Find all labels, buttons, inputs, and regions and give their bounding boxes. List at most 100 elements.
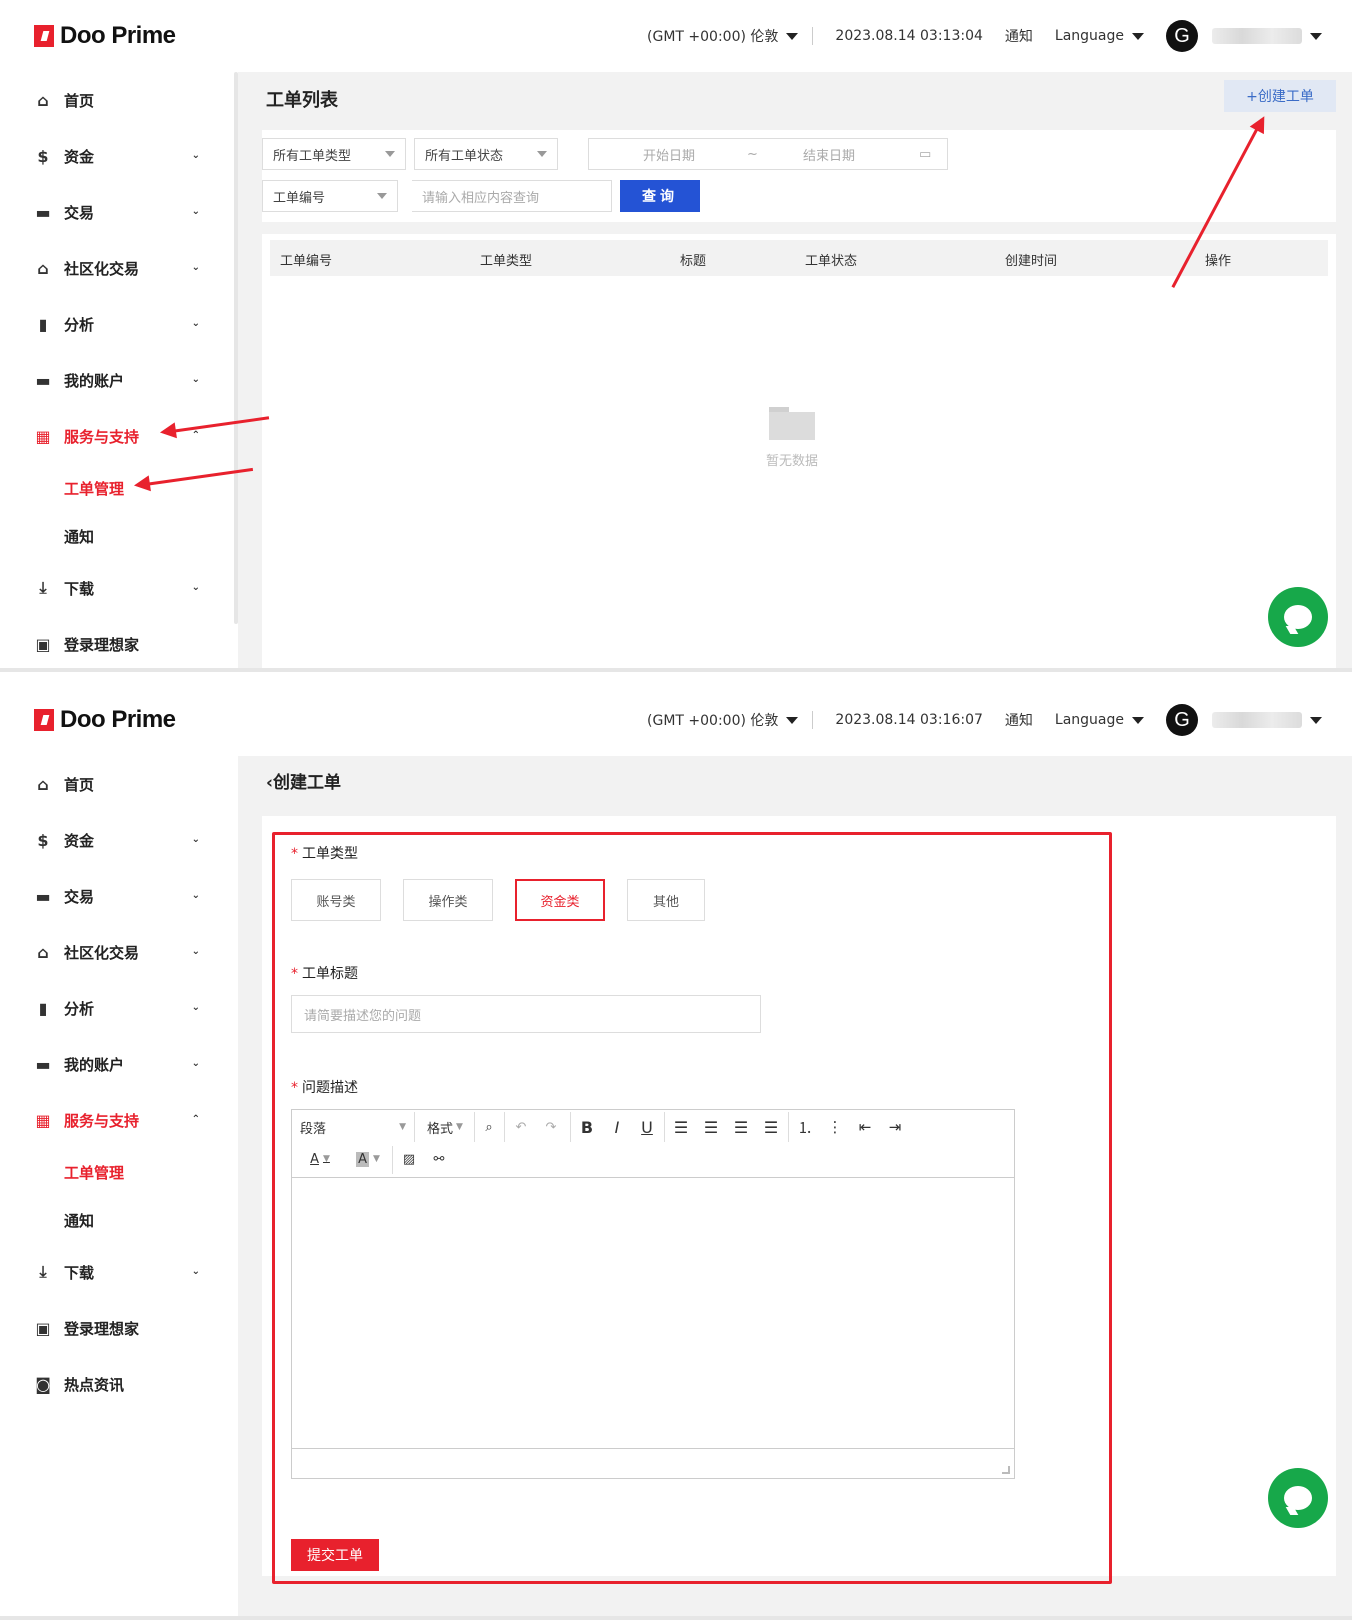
caret-down-icon — [1310, 32, 1322, 40]
bullet-list-icon[interactable]: ⋮ — [822, 1114, 848, 1140]
dropdown-icon — [377, 193, 387, 199]
divider — [504, 1112, 505, 1142]
sidebar-item-analysis[interactable]: ▮ 分析 ⌄ — [0, 296, 230, 352]
editor-toolbar: 段落 ▼ 格式 ▼ ⌕ ↶ ↷ B I U ☰ ☰ ☰ ☰ ⒈ ⋮ ⇤ ⇥ A … — [292, 1110, 1014, 1178]
chevron-down-icon: ⌄ — [191, 582, 200, 593]
user-menu[interactable]: G — [1166, 704, 1322, 736]
date-range-picker[interactable]: 开始日期 ~ 结束日期 ▭ — [588, 138, 948, 170]
align-center-icon[interactable]: ☰ — [698, 1114, 724, 1140]
grid-icon: ▦ — [35, 426, 51, 446]
sidebar-subitem-notice[interactable]: 通知 — [0, 1196, 230, 1244]
chat-bubble-icon — [1284, 1486, 1312, 1510]
folder-icon: ▬ — [35, 1054, 51, 1074]
align-right-icon[interactable]: ☰ — [728, 1114, 754, 1140]
sidebar-item-trade[interactable]: ▬ 交易 ⌄ — [0, 868, 230, 924]
brand-mark-icon — [34, 25, 54, 47]
username-redacted — [1212, 712, 1302, 728]
ticket-status-select[interactable]: 所有工单状态 — [414, 138, 558, 170]
sidebar-item-analysis[interactable]: ▮ 分析 ⌄ — [0, 980, 230, 1036]
sidebar-item-trade[interactable]: ▬ 交易 ⌄ — [0, 184, 230, 240]
start-date-input[interactable]: 开始日期 — [643, 145, 695, 164]
timezone-selector[interactable]: (GMT +00:00) 伦敦 — [647, 26, 799, 46]
link-icon[interactable]: ⚯ — [426, 1146, 452, 1172]
sidebar-item-social[interactable]: ⌂ 社区化交易 ⌄ — [0, 924, 230, 980]
find-icon[interactable]: ⌕ — [476, 1114, 502, 1140]
grid-icon: ▦ — [35, 1110, 51, 1130]
sidebar-item-download[interactable]: ⤓ 下载 ⌄ — [0, 560, 230, 616]
avatar: G — [1166, 704, 1198, 736]
sidebar-item-account[interactable]: ▬ 我的账户 ⌄ — [0, 352, 230, 408]
notify-link[interactable]: 通知 — [1005, 26, 1033, 46]
redo-icon[interactable]: ↷ — [538, 1114, 564, 1140]
chevron-down-icon: ⌄ — [191, 374, 200, 385]
sidebar-scrollbar[interactable] — [234, 72, 238, 624]
indent-icon[interactable]: ⇥ — [882, 1114, 908, 1140]
sidebar-subitem-notice[interactable]: 通知 — [0, 512, 230, 560]
timezone-selector[interactable]: (GMT +00:00) 伦敦 — [647, 710, 799, 730]
ticket-subject-input[interactable]: 请简要描述您的问题 — [291, 995, 761, 1033]
ticket-list-screen: Doo Prime ⌂ 首页 $ 资金 ⌄ ▬ 交易 ⌄ ⌂ 社区化交易 ⌄ ▮ 分析 ⌄ ▬ 我的… — [0, 0, 1352, 668]
submit-ticket-button[interactable]: 提交工单 — [291, 1539, 379, 1571]
column-header: 操作 — [1205, 254, 1232, 269]
align-left-icon[interactable]: ☰ — [668, 1114, 694, 1140]
outdent-icon[interactable]: ⇤ — [852, 1114, 878, 1140]
chevron-down-icon: ⌄ — [191, 206, 200, 217]
sidebar-subitem-ticket[interactable]: 工单管理 — [0, 464, 230, 512]
sidebar-item-social[interactable]: ⌂ 社区化交易 ⌄ — [0, 240, 230, 296]
divider — [0, 668, 1352, 684]
chat-button[interactable] — [1268, 587, 1328, 647]
sidebar-item-account[interactable]: ▬ 我的账户 ⌄ — [0, 1036, 230, 1092]
brand-logo[interactable]: Doo Prime — [34, 20, 176, 52]
sidebar-item-download[interactable]: ⤓ 下载 ⌄ — [0, 1244, 230, 1300]
caret-down-icon — [786, 716, 799, 724]
search-field-select[interactable]: 工单编号 — [262, 180, 398, 212]
underline-icon[interactable]: U — [634, 1114, 660, 1140]
search-input[interactable]: 请输入相应内容查询 — [412, 180, 612, 212]
sidebar-item-home[interactable]: ⌂ 首页 — [0, 756, 230, 812]
type-option-account[interactable]: 账号类 — [291, 879, 381, 921]
undo-icon[interactable]: ↶ — [508, 1114, 534, 1140]
image-icon[interactable]: ▨ — [396, 1146, 422, 1172]
dollar-icon: $ — [37, 146, 49, 166]
column-header: 工单编号 — [280, 254, 333, 269]
numbered-list-icon[interactable]: ⒈ — [792, 1114, 818, 1140]
home-icon: ⌂ — [37, 90, 49, 110]
create-ticket-button[interactable]: +创建工单 — [1224, 80, 1336, 112]
language-selector[interactable]: Language — [1055, 712, 1144, 728]
caret-down-icon — [1310, 716, 1322, 724]
divider — [570, 1112, 571, 1142]
italic-icon[interactable]: I — [604, 1114, 630, 1140]
query-button[interactable]: 查询 — [620, 180, 700, 212]
sidebar-menu: ⌂ 首页 $ 资金 ⌄ ▬ 交易 ⌄ ⌂ 社区化交易 ⌄ ▮ 分析 ⌄ ▬ 我的账户 ⌄ ▦ 服务与支持… — [0, 756, 230, 1412]
sidebar-item-news[interactable]: ◙ 热点资讯 — [0, 1356, 230, 1412]
format-select[interactable]: 格式 ▼ — [420, 1114, 470, 1140]
background-color-icon[interactable]: A ▼ — [348, 1146, 388, 1172]
language-selector[interactable]: Language — [1055, 28, 1144, 44]
brand-logo[interactable]: Doo Prime — [34, 704, 176, 736]
sidebar-item-wealth[interactable]: ▣ 登录理想家 — [0, 616, 230, 668]
sidebar-subitem-ticket[interactable]: 工单管理 — [0, 1148, 230, 1196]
card-icon: ▬ — [35, 886, 51, 906]
type-option-funds[interactable]: 资金类 — [515, 879, 605, 921]
sidebar-item-service[interactable]: ▦ 服务与支持 ⌃ — [0, 408, 230, 464]
notify-link[interactable]: 通知 — [1005, 710, 1033, 730]
resize-handle-icon[interactable] — [1002, 1466, 1010, 1474]
sidebar-item-funds[interactable]: $ 资金 ⌄ — [0, 128, 230, 184]
type-option-operation[interactable]: 操作类 — [403, 879, 493, 921]
gift-icon: ▣ — [35, 634, 51, 654]
sidebar-item-funds[interactable]: $ 资金 ⌄ — [0, 812, 230, 868]
type-option-other[interactable]: 其他 — [627, 879, 705, 921]
sidebar-item-wealth[interactable]: ▣ 登录理想家 — [0, 1300, 230, 1356]
sidebar-item-home[interactable]: ⌂ 首页 — [0, 72, 230, 128]
paragraph-select[interactable]: 段落 ▼ — [300, 1114, 410, 1140]
column-header: 工单状态 — [805, 254, 858, 269]
text-color-icon[interactable]: A ▼ — [300, 1146, 340, 1172]
ticket-type-select[interactable]: 所有工单类型 — [262, 138, 406, 170]
back-link[interactable]: ‹创建工单 — [266, 768, 341, 793]
bold-icon[interactable]: B — [574, 1114, 600, 1140]
user-menu[interactable]: G — [1166, 20, 1322, 52]
end-date-input[interactable]: 结束日期 — [803, 145, 855, 164]
chat-button[interactable] — [1268, 1468, 1328, 1528]
sidebar-item-service[interactable]: ▦ 服务与支持 ⌃ — [0, 1092, 230, 1148]
align-justify-icon[interactable]: ☰ — [758, 1114, 784, 1140]
